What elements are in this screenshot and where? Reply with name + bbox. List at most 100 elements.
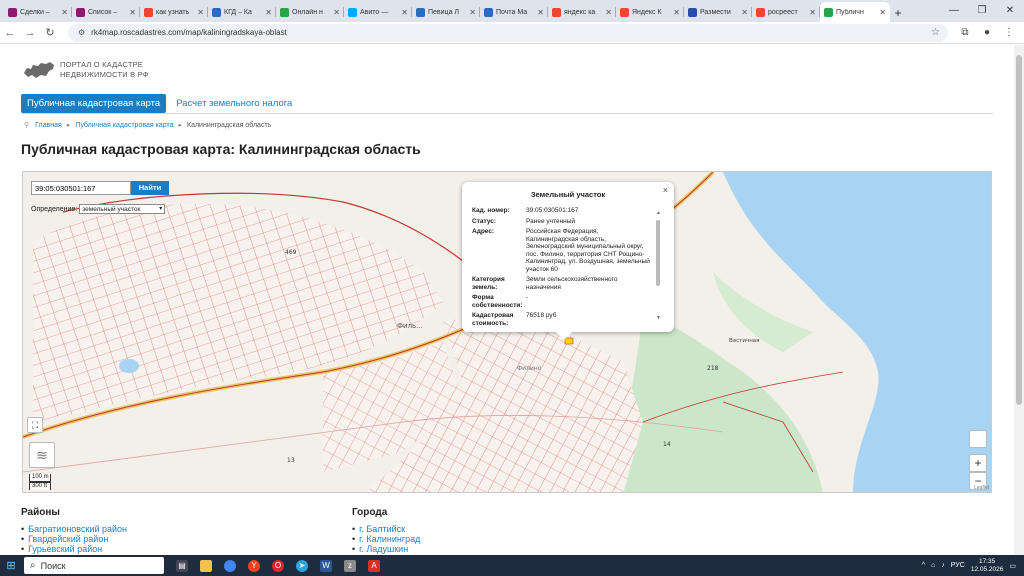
tab-title: как узнать [156, 8, 190, 16]
russia-map-icon [24, 62, 54, 78]
yandex-browser-icon[interactable]: Y [243, 557, 265, 575]
forward-icon[interactable]: → [20, 27, 40, 39]
notifications-icon[interactable]: ▭ [1009, 562, 1016, 570]
map-label-14: 14 [663, 441, 671, 448]
tab-favicon-icon [552, 7, 561, 17]
page-scrollbar[interactable] [1014, 45, 1024, 555]
close-window-icon[interactable]: ✕ [996, 0, 1024, 22]
tab-close-icon[interactable]: ✕ [537, 8, 544, 17]
browser-tab[interactable]: Сделки – ✕ [4, 2, 72, 22]
task-view-icon[interactable]: ▤ [171, 557, 193, 575]
map-label-fil: Филь... [397, 322, 423, 330]
menu-dots-icon[interactable]: ⋮ [998, 27, 1020, 38]
definition-select[interactable]: земельный участок ▾ [79, 204, 166, 214]
city-link[interactable]: г. Балтийск [352, 524, 420, 534]
windows-start-icon[interactable]: ⊞ [0, 559, 22, 572]
reload-icon[interactable]: ↻ [40, 26, 60, 39]
tab-close-icon[interactable]: ✕ [265, 8, 272, 17]
menu-item-land-tax[interactable]: Расчет земельного налога [176, 98, 292, 109]
tab-close-icon[interactable]: ✕ [605, 8, 612, 17]
breadcrumb-home[interactable]: Главная [35, 122, 62, 129]
maximize-icon[interactable]: ❐ [968, 0, 996, 22]
clock[interactable]: 17:35 12.05.2026 [971, 558, 1004, 574]
city-link[interactable]: г. Калининград [352, 534, 420, 544]
breadcrumb-separator-icon: ▸ [178, 122, 182, 129]
language-indicator[interactable]: РУС [951, 562, 965, 569]
browser-tab[interactable]: Авито — ✕ [344, 2, 412, 22]
tray-chevron-icon[interactable]: ^ [922, 562, 925, 569]
find-button[interactable]: Найти [131, 181, 169, 195]
fullscreen-button[interactable]: ⛶ [27, 417, 43, 433]
chrome-icon[interactable] [219, 557, 241, 575]
network-icon[interactable]: ⌂ [931, 562, 935, 569]
popup-scrollbar[interactable] [656, 220, 660, 286]
scroll-up-icon[interactable]: ▲ [656, 210, 661, 216]
telegram-icon[interactable]: ➤ [291, 557, 313, 575]
acrobat-icon[interactable]: A [363, 557, 385, 575]
browser-tab[interactable]: КГД – Ка ✕ [208, 2, 276, 22]
site-info-icon[interactable]: ⚙ [78, 28, 85, 37]
word-icon[interactable]: W [315, 557, 337, 575]
cadastral-map[interactable]: 469 Филь... Филино Вастичная 218 13 14 Н… [22, 171, 992, 493]
archive-icon[interactable]: z [339, 557, 361, 575]
tab-favicon-icon [280, 7, 289, 17]
map-attribution[interactable]: Leaflet [974, 485, 989, 491]
breadcrumb-map[interactable]: Публичная кадастровая карта [75, 122, 173, 129]
profile-icon[interactable]: ● [976, 27, 998, 38]
back-icon[interactable]: ← [0, 27, 20, 39]
tab-close-icon[interactable]: ✕ [197, 8, 204, 17]
district-link[interactable]: Гурьевский район [21, 544, 127, 554]
tab-close-icon[interactable]: ✕ [809, 8, 816, 17]
map-mode-button[interactable] [969, 430, 987, 448]
opera-icon[interactable]: O [267, 557, 289, 575]
breadcrumb-separator-icon: ▸ [66, 122, 71, 129]
tab-close-icon[interactable]: ✕ [129, 8, 136, 17]
popup-close-icon[interactable]: × [663, 185, 668, 195]
tab-close-icon[interactable]: ✕ [879, 8, 886, 17]
popup-row-key: Форма собственности: [472, 294, 523, 309]
browser-tab[interactable]: Певица Л ✕ [412, 2, 480, 22]
breadcrumb-region: Калининградская область [187, 121, 272, 129]
menu-item-cadastral-map[interactable]: Публичная кадастровая карта [21, 94, 167, 113]
tab-close-icon[interactable]: ✕ [741, 8, 748, 17]
new-tab-button[interactable]: + [890, 4, 906, 22]
map-scale: 100 m 300 ft [29, 474, 51, 490]
browser-tab[interactable]: Список – ✕ [72, 2, 140, 22]
browser-tab[interactable]: росреест ✕ [752, 2, 820, 22]
districts-title: Районы [21, 507, 60, 518]
tab-title: Сделки – [20, 8, 50, 16]
browser-tab[interactable]: Размести ✕ [684, 2, 752, 22]
browser-tab[interactable]: Почта Ма ✕ [480, 2, 548, 22]
windows-taskbar: ⊞ ⌕ Поиск ▤ Y O ➤ W z A ^ ⌂ ♪ РУС 17:35 … [0, 555, 1024, 576]
scrollbar-thumb[interactable] [1016, 55, 1022, 405]
taskbar-search[interactable]: ⌕ Поиск [24, 557, 164, 574]
file-explorer-icon[interactable] [195, 557, 217, 575]
site-logo[interactable]: ПОРТАЛ О КАДАСТРЕ НЕДВИЖИМОСТИ В РФ [22, 59, 149, 81]
tab-close-icon[interactable]: ✕ [61, 8, 68, 17]
minimize-icon[interactable]: — [940, 0, 968, 22]
logo-text-line1: ПОРТАЛ О КАДАСТРЕ [60, 60, 144, 69]
browser-tab[interactable]: как узнать ✕ [140, 2, 208, 22]
city-link[interactable]: г. Ладушкин [352, 544, 420, 554]
bookmark-star-icon[interactable]: ☆ [931, 27, 940, 38]
layers-button[interactable]: ≋ [29, 442, 55, 468]
land-plot-popup: × Земельный участок Кад. номер: 39:05:030… [462, 182, 674, 340]
browser-tab[interactable]: яндекс ка ✕ [548, 2, 616, 22]
browser-tab[interactable]: Яндекс К ✕ [616, 2, 684, 22]
district-link[interactable]: Гвардейский район [21, 534, 127, 544]
scroll-down-icon[interactable]: ▼ [656, 315, 661, 321]
tab-close-icon[interactable]: ✕ [469, 8, 476, 17]
cadastral-number-input[interactable] [31, 181, 131, 195]
browser-tab[interactable]: Публичн ✕ [820, 2, 890, 22]
browser-tab[interactable]: Онлайн н ✕ [276, 2, 344, 22]
tab-close-icon[interactable]: ✕ [673, 8, 680, 17]
tab-close-icon[interactable]: ✕ [401, 8, 408, 17]
clock-date: 12.05.2026 [970, 565, 1004, 573]
tab-close-icon[interactable]: ✕ [333, 8, 340, 17]
tab-favicon-icon [212, 7, 221, 17]
address-bar[interactable]: ⚙ rk4map.roscadastres.com/map/kaliningra… [68, 23, 948, 42]
volume-icon[interactable]: ♪ [941, 562, 945, 569]
district-link[interactable]: Багратионовский район [21, 524, 127, 534]
zoom-in-button[interactable]: + [969, 454, 987, 472]
extensions-icon[interactable]: ⧉ [954, 27, 976, 38]
